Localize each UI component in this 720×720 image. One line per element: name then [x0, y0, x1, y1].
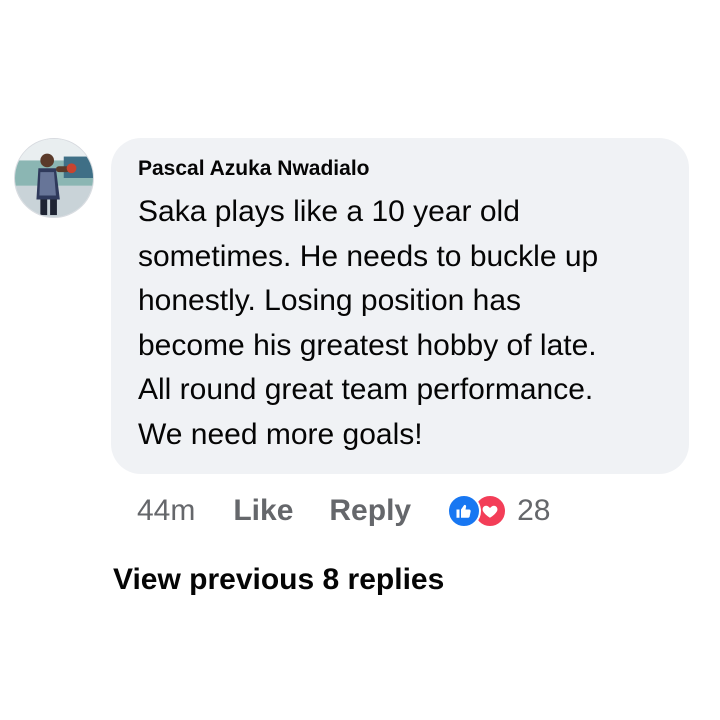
reactions-summary[interactable]: 28	[447, 494, 550, 528]
avatar-photo-icon	[15, 139, 93, 217]
comment-text-line: Saka plays like a 10 year old	[138, 195, 520, 228]
comment-bubble: Pascal Azuka Nwadialo Saka plays like a …	[111, 138, 689, 474]
comment-text-line: All round great team performance.	[138, 373, 594, 406]
comment-text-line: sometimes. He needs to buckle up	[138, 239, 599, 273]
comment-text-line: We need more goals!	[138, 417, 423, 451]
comment-text-line: honestly. Losing position has	[138, 284, 522, 317]
comment-author[interactable]: Pascal Azuka Nwadialo	[138, 156, 369, 182]
reaction-count: 28	[517, 494, 551, 527]
like-button[interactable]: Like	[233, 494, 293, 528]
like-icon	[447, 494, 482, 528]
comment-actions: 44m Like Reply 28	[137, 491, 550, 531]
avatar[interactable]	[14, 138, 94, 218]
comment-text-line: become his greatest hobby of late.	[138, 328, 597, 362]
view-previous-replies-link[interactable]: View previous 8 replies	[113, 560, 444, 600]
reply-button[interactable]: Reply	[329, 494, 411, 528]
comment-text: Saka plays like a 10 year old sometimes.…	[138, 190, 667, 457]
comment-timestamp[interactable]: 44m	[137, 494, 195, 528]
